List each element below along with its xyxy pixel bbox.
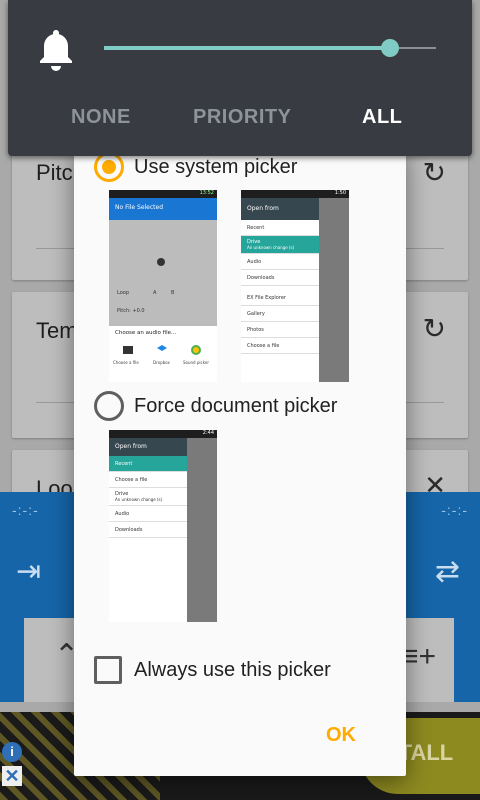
ad-info-icon[interactable]: i [2,742,22,762]
refresh-icon[interactable]: ↻ [423,156,446,189]
drawer-title: Open from [241,198,319,220]
always-use-label: Always use this picker [134,658,331,681]
chooser-title: Choose an audio file... [115,330,177,336]
playlist-add-icon[interactable]: ≡+ [401,640,436,674]
drawer-item-selected: Drive An unknown change (s) [241,236,319,254]
system-picker-preview-drawer: 1:50 Open from Recent Drive An unknown c… [241,190,349,382]
document-picker-option[interactable]: Force document picker [94,391,337,421]
toolbar-title: No File Selected [115,204,164,211]
app-toolbar: No File Selected [109,198,217,220]
chooser-sheet: Choose an audio file... Choose a file Dr… [109,326,217,382]
refresh-icon[interactable]: ↻ [423,312,446,345]
drawer-item: Drive An unknown change (s) [109,488,187,506]
drawer-item: Downloads [109,522,187,538]
tempo-label: Tem [36,318,78,343]
always-use-checkbox[interactable] [94,656,122,684]
slider-thumb[interactable] [380,39,399,57]
dropbox-icon [157,345,167,351]
system-picker-radio[interactable] [94,152,124,182]
bell-icon[interactable] [36,26,76,72]
volume-panel: NONE PRIORITY ALL [8,0,472,156]
app-label: Dropbox [153,360,170,365]
drawer: Open from Recent Drive An unknown change… [241,198,319,382]
folder-icon [123,346,133,354]
slider-fill [104,46,390,50]
loop-text: Loop [117,290,129,296]
mode-priority-button[interactable]: PRIORITY [193,106,291,129]
ad-close-icon[interactable]: ✕ [2,766,22,786]
handle-icon: -:-:- [441,502,468,518]
document-picker-label: Force document picker [134,394,338,417]
import-icon[interactable]: ⇥ [16,554,41,589]
drawer-item: Downloads [241,270,319,286]
drawer-item: Photos [241,322,319,338]
drawer-item-selected: Recent [109,456,187,472]
ok-button[interactable]: OK [326,724,356,747]
volume-slider[interactable] [104,39,436,57]
swap-icon[interactable]: ⇄ [435,554,460,589]
system-picker-option[interactable]: Use system picker [94,152,297,182]
drawer-item-sub: An unknown change (s) [115,497,163,502]
handle-icon: -:-:- [12,502,39,518]
always-use-option[interactable]: Always use this picker [94,656,331,684]
app-body-dim: Loop A B Pitch: +0.0 [109,220,217,326]
mode-all-button[interactable]: ALL [362,106,402,129]
b-text: B [171,290,175,296]
drawer-title: Open from [109,438,187,456]
sound-picker-icon [191,345,201,355]
drawer-item: EX File Explorer [241,290,319,306]
drawer-item: Audio [241,254,319,270]
drawer-item: Choose a file [241,338,319,354]
drawer-item: Choose a file [109,472,187,488]
drawer-item-sub: An unknown change (s) [247,245,295,250]
status-bar: 1:50 [241,190,349,198]
picker-dialog: Use system picker 13:52 No File Selected… [74,148,406,776]
drawer-item: Recent [241,220,319,236]
app-label: Sound picker [183,360,209,365]
system-picker-preview-app: 13:52 No File Selected Loop A B Pitch: +… [109,190,217,382]
a-text: A [153,290,157,296]
document-picker-preview: 2:44 Open from Recent Choose a file Driv… [109,430,217,622]
status-bar: 13:52 [109,190,217,198]
drawer: Open from Recent Choose a file Drive An … [109,438,187,622]
system-picker-label: Use system picker [134,155,298,178]
document-picker-radio[interactable] [94,391,124,421]
mode-none-button[interactable]: NONE [71,106,131,129]
drawer-item: Audio [109,506,187,522]
pitch-label: Pitc [36,160,73,185]
pitch-text: Pitch: +0.0 [117,308,145,314]
app-label: Choose a file [113,360,139,365]
play-icon [157,258,165,266]
status-bar: 2:44 [109,430,217,438]
drawer-item: Gallery [241,306,319,322]
